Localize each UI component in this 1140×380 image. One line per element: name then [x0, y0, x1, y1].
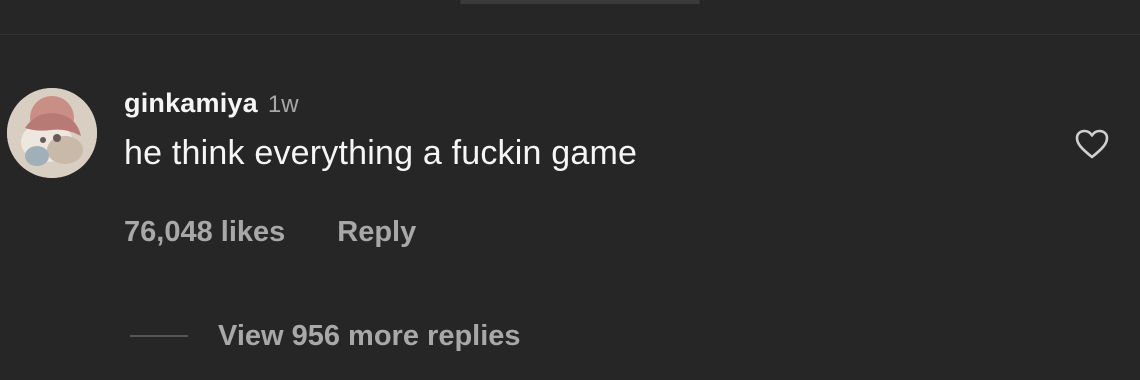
avatar[interactable] — [7, 88, 97, 178]
view-replies-row[interactable]: View 956 more replies — [130, 316, 521, 356]
comment-actions: 76,048 likes Reply — [124, 212, 416, 252]
previous-item-stub — [460, 0, 700, 4]
comment-thread: ginkamiya 1w he think everything a fucki… — [0, 0, 1140, 380]
timestamp: 1w — [267, 91, 299, 118]
username[interactable]: ginkamiya — [124, 88, 258, 119]
comment-text: he think everything a fuckin game — [124, 134, 638, 172]
avatar-image — [7, 88, 97, 178]
heart-icon[interactable] — [1074, 128, 1110, 160]
replies-divider — [130, 335, 188, 337]
reply-button[interactable]: Reply — [337, 216, 416, 249]
comment-header: ginkamiya 1w — [124, 88, 637, 124]
view-replies-button[interactable]: View 956 more replies — [218, 320, 521, 353]
comment-body: ginkamiya 1w he think everything a fucki… — [124, 88, 637, 173]
likes-count[interactable]: 76,048 likes — [124, 216, 285, 249]
divider — [0, 34, 1140, 35]
